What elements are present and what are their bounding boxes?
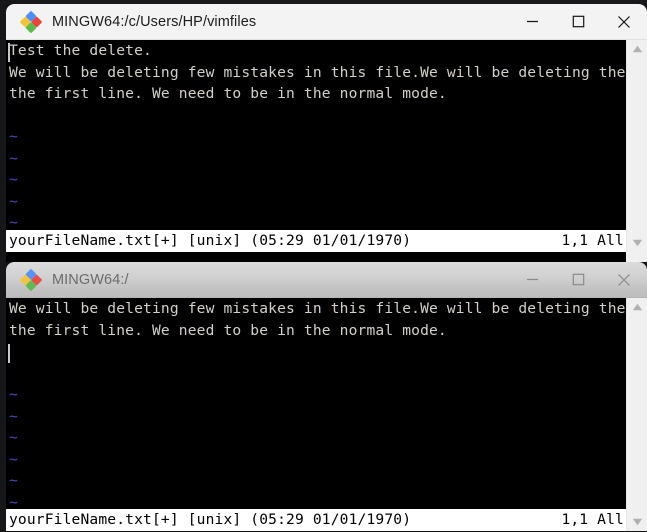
vim-tilde-line: ~ [9, 149, 18, 167]
vim-buffer-window-2[interactable]: We will be deleting few mistakes in this… [6, 298, 626, 531]
window-gap-strip [6, 252, 647, 262]
window-controls [509, 4, 647, 39]
scrollbar-window-1[interactable] [626, 40, 647, 252]
terminal-line: We will be deleting few mistakes in this… [9, 300, 626, 317]
mingw-diamond-icon [20, 10, 42, 33]
vim-status-line-window-2: yourFileName.txt[+] [unix] (05:29 01/01/… [6, 509, 626, 531]
vim-tilde-line: ~ [9, 192, 18, 210]
vim-tilde-line: ~ [9, 386, 18, 403]
desktop-screen: MINGW64:/c/Users/HP/vimfiles Test the de… [0, 0, 647, 532]
vim-tilde-line: ~ [9, 472, 18, 489]
scroll-down-arrow-icon[interactable] [627, 234, 647, 252]
terminal-window-2[interactable]: MINGW64:/ We will be deleting few mistak… [6, 262, 647, 532]
vim-status-position: 1,1 All [561, 511, 624, 528]
vim-buffer-window-1[interactable]: Test the delete. We will be deleting few… [6, 40, 626, 252]
scroll-up-arrow-icon[interactable] [627, 298, 647, 316]
window-controls [509, 262, 647, 297]
vim-status-file-info: yourFileName.txt[+] [unix] (05:29 01/01/… [9, 511, 412, 528]
terminal-line: the first line. We need to be in the nor… [9, 321, 447, 339]
text-cursor [8, 43, 10, 62]
window-title: MINGW64:/ [52, 271, 129, 288]
minimize-icon[interactable] [509, 262, 555, 297]
window-gap-strip-right [626, 252, 647, 262]
titlebar-window-2[interactable]: MINGW64:/ [6, 262, 647, 298]
terminal-line: We will be deleting few mistakes in this… [9, 63, 626, 81]
scrollbar-window-2[interactable] [626, 298, 647, 531]
terminal-line: Test the delete. [9, 42, 152, 59]
terminal-body-window-2[interactable]: We will be deleting few mistakes in this… [6, 298, 647, 531]
terminal-window-1[interactable]: MINGW64:/c/Users/HP/vimfiles Test the de… [6, 4, 647, 252]
minimize-icon[interactable] [509, 4, 555, 39]
vim-tilde-line: ~ [9, 429, 18, 446]
text-cursor [8, 344, 10, 363]
close-icon[interactable] [601, 4, 647, 39]
terminal-line: the first line. We need to be in the nor… [9, 85, 447, 102]
scrollbar-track[interactable] [627, 58, 647, 234]
close-icon[interactable] [601, 262, 647, 297]
vim-status-file-info: yourFileName.txt[+] [unix] (05:29 01/01/… [9, 232, 412, 249]
titlebar-window-1[interactable]: MINGW64:/c/Users/HP/vimfiles [6, 4, 647, 40]
vim-status-line-window-1: yourFileName.txt[+] [unix] (05:29 01/01/… [6, 230, 626, 252]
maximize-icon[interactable] [555, 4, 601, 39]
vim-tilde-line: ~ [9, 407, 18, 425]
vim-tilde-line: ~ [9, 128, 18, 145]
vim-tilde-line: ~ [9, 450, 18, 468]
mingw-diamond-icon [20, 268, 42, 291]
vim-status-position: 1,1 All [561, 232, 624, 249]
scrollbar-track[interactable] [627, 316, 647, 513]
scroll-up-arrow-icon[interactable] [627, 40, 647, 58]
maximize-icon[interactable] [555, 262, 601, 297]
scroll-down-arrow-icon[interactable] [627, 513, 647, 531]
window-title: MINGW64:/c/Users/HP/vimfiles [52, 13, 257, 30]
terminal-body-window-1[interactable]: Test the delete. We will be deleting few… [6, 40, 647, 252]
vim-tilde-line: ~ [9, 171, 18, 188]
